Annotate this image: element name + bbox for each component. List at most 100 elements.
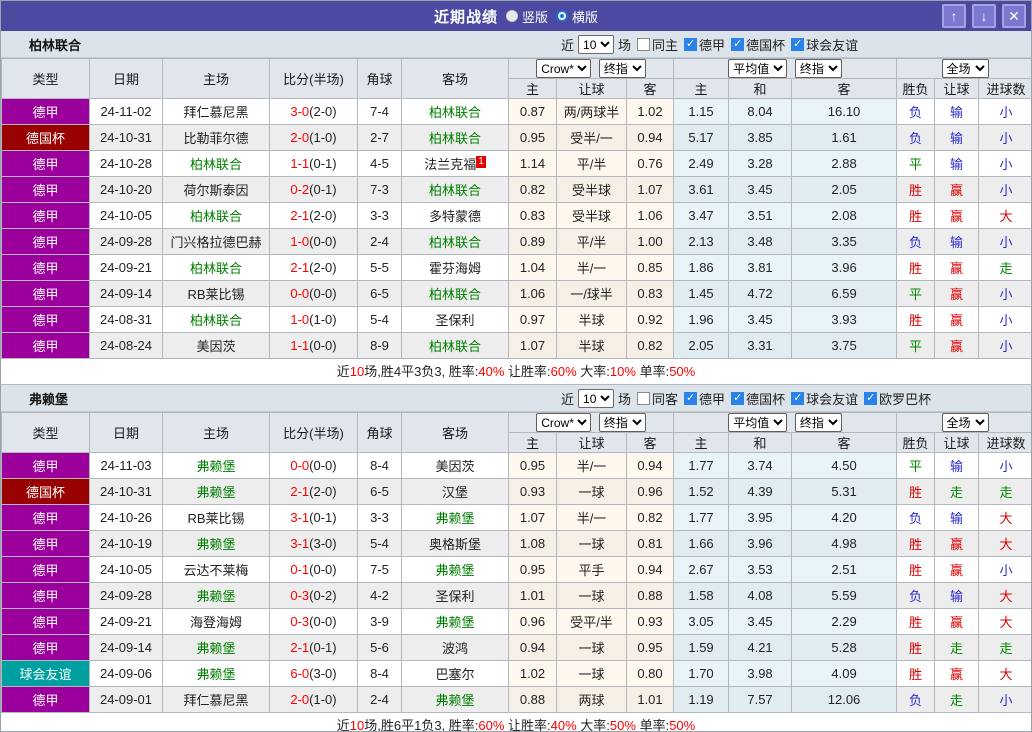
odds-home: 1.02 [508, 660, 557, 687]
col-type: 类型 [1, 412, 90, 453]
radio-unselected-icon[interactable] [505, 10, 518, 22]
avg-home: 1.77 [673, 504, 730, 531]
result-handicap: 赢 [934, 556, 980, 583]
match-date: 24-10-05 [89, 202, 163, 229]
match-score: 2-1(0-1) [269, 634, 358, 661]
table-row: 德甲 24-10-05 柏林联合 2-1(2-0) 3-3 多特蒙德 0.83 受半球 1.06… [1, 202, 1031, 229]
avg-draw: 3.28 [728, 150, 793, 177]
result-wdl: 胜 [896, 634, 936, 661]
home-team: 弗赖堡 [162, 660, 270, 687]
competition-label: 德甲 [699, 38, 726, 53]
match-date: 24-09-28 [89, 582, 163, 609]
odds-away: 0.95 [625, 634, 675, 661]
match-score: 1-0(0-0) [269, 228, 358, 255]
home-team: 门兴格拉德巴赫 [162, 228, 270, 255]
same-venue-checkbox[interactable] [637, 392, 651, 405]
col-date: 日期 [89, 58, 163, 99]
competition-label: 德甲 [699, 392, 726, 407]
competition-checkbox[interactable] [864, 391, 878, 405]
average-group-header: 平均值 终指 [673, 58, 898, 79]
competition-checkbox[interactable] [684, 391, 698, 405]
odds-away: 0.93 [625, 608, 675, 635]
odds-home: 0.97 [508, 306, 557, 333]
odds-home: 0.83 [508, 202, 557, 229]
home-team: 海登海姆 [162, 608, 270, 635]
team-name: 柏林联合 [29, 37, 82, 53]
match-date: 24-10-31 [89, 478, 163, 505]
match-count-select[interactable]: 10 [578, 389, 615, 408]
handicap: 一球 [556, 660, 627, 687]
match-score: 6-0(3-0) [269, 660, 358, 687]
handicap: 平手 [556, 556, 627, 583]
layout-option-vertical[interactable]: 竖版 [505, 7, 548, 26]
type-badge: 德甲 [1, 228, 90, 255]
layout-option-horizontal[interactable]: 横版 [556, 7, 598, 26]
bookmaker-select[interactable]: Crow* [536, 413, 592, 432]
fulltime-select[interactable]: 全场 [941, 59, 989, 78]
corner-score: 2-4 [357, 228, 402, 255]
handicap: 平/半 [556, 228, 627, 255]
type-badge: 德甲 [1, 280, 90, 307]
competition-checkbox[interactable] [731, 391, 745, 405]
final-odds-select-2[interactable]: 终指 [794, 413, 842, 432]
competition-checkbox[interactable] [731, 37, 745, 51]
final-odds-select-1[interactable]: 终指 [598, 59, 646, 78]
match-score: 2-0(1-0) [269, 686, 358, 713]
radio-selected-icon[interactable] [556, 10, 568, 22]
type-badge: 德甲 [1, 582, 90, 609]
type-badge: 球会友谊 [1, 660, 90, 687]
average-select[interactable]: 平均值 [728, 59, 788, 78]
team-section: 弗赖堡 近10场同客德甲德国杯球会友谊欧罗巴杯 类型 日期 主场 比分(半场) … [1, 385, 1031, 731]
corner-score: 5-4 [357, 530, 402, 557]
close-button[interactable]: ✕ [1002, 4, 1026, 28]
match-score: 0-3(0-2) [269, 582, 358, 609]
move-up-button[interactable]: ↑ [942, 4, 966, 28]
near-label: 近 [561, 38, 575, 53]
result-goals: 大 [978, 660, 1031, 687]
col-result-wdl: 胜负 [896, 78, 936, 99]
home-team: 弗赖堡 [162, 582, 270, 609]
result-wdl: 胜 [896, 530, 936, 557]
average-select[interactable]: 平均值 [728, 413, 788, 432]
result-goals: 小 [978, 150, 1031, 177]
odds-away: 1.06 [625, 202, 675, 229]
same-venue-label: 同客 [652, 392, 679, 407]
result-handicap: 赢 [934, 280, 980, 307]
same-venue-checkbox[interactable] [637, 38, 651, 51]
avg-draw: 3.85 [728, 124, 793, 151]
away-team: 奥格斯堡 [401, 530, 509, 557]
layout-option-horizontal-label: 横版 [572, 9, 599, 25]
fulltime-select[interactable]: 全场 [941, 413, 989, 432]
final-odds-select-2[interactable]: 终指 [794, 59, 842, 78]
odds-home: 1.07 [508, 504, 557, 531]
odds-home: 1.14 [508, 150, 557, 177]
match-date: 24-09-14 [89, 280, 163, 307]
recent-results-panel: 近期战绩 竖版 横版 ↑ ↓ ✕ 柏林联合 近10场同主德甲德国杯球会友谊 [0, 0, 1032, 732]
result-wdl: 负 [896, 504, 936, 531]
section-header: 柏林联合 近10场 同主 德甲 德国杯 球会友谊 [1, 31, 1031, 58]
competition-checkbox[interactable] [684, 37, 698, 51]
home-team: RB莱比锡 [162, 280, 270, 307]
avg-draw: 3.96 [728, 530, 793, 557]
avg-draw: 7.57 [728, 686, 793, 713]
bookmaker-select[interactable]: Crow* [536, 59, 592, 78]
table-row: 德甲 24-10-20 荷尔斯泰因 0-2(0-1) 7-3 柏林联合 0.82 受半球 1.0… [1, 176, 1031, 203]
match-count-select[interactable]: 10 [578, 35, 615, 54]
col-score: 比分(半场) [269, 412, 358, 453]
move-down-button[interactable]: ↓ [972, 4, 996, 28]
avg-home: 1.59 [673, 634, 730, 661]
odds-home: 1.01 [508, 582, 557, 609]
type-badge: 德甲 [1, 332, 90, 359]
final-odds-select-1[interactable]: 终指 [598, 413, 646, 432]
type-badge: 德甲 [1, 202, 90, 229]
competition-checkbox[interactable] [791, 391, 805, 405]
avg-away: 4.09 [791, 660, 898, 687]
avg-away: 4.98 [791, 530, 898, 557]
competition-checkbox[interactable] [791, 37, 805, 51]
odds-home: 0.88 [508, 686, 557, 713]
avg-away: 12.06 [791, 686, 898, 713]
odds-home: 0.96 [508, 608, 557, 635]
home-team: 柏林联合 [162, 150, 270, 177]
type-badge: 德甲 [1, 150, 90, 177]
home-team: 柏林联合 [162, 202, 270, 229]
